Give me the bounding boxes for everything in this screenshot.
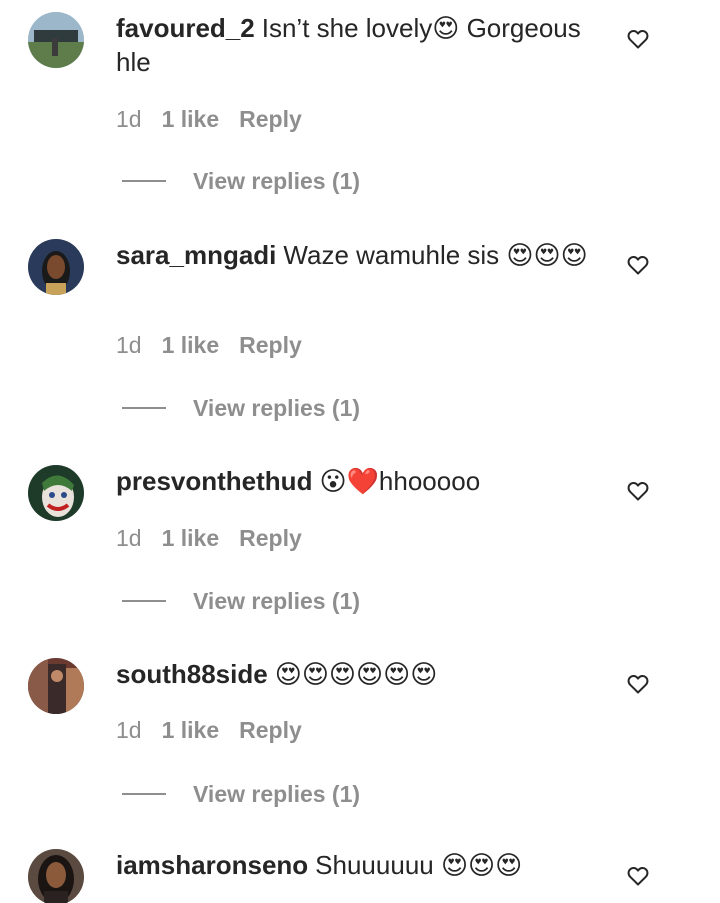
likes-count[interactable]: 1 like <box>162 525 220 551</box>
comment-username[interactable]: presvonthethud <box>116 466 312 496</box>
heart-outline-icon[interactable] <box>626 253 650 277</box>
comment-meta: 1d 1 like Reply <box>116 105 302 133</box>
reply-button[interactable]: Reply <box>239 525 302 551</box>
avatar[interactable] <box>28 658 84 714</box>
comment-username[interactable]: favoured_2 <box>116 13 255 43</box>
comment-text: favoured_2 Isn’t she lovely😍 Gorgeous hle <box>116 11 606 79</box>
comment-text: iamsharonseno Shuuuuuu 😍😍😍 <box>116 848 606 882</box>
heart-outline-icon[interactable] <box>626 479 650 503</box>
comment-text: presvonthethud 😮❤️hhooooo <box>116 464 606 498</box>
comment-username[interactable]: south88side <box>116 659 268 689</box>
comment-time: 1d <box>116 717 142 743</box>
reply-button[interactable]: Reply <box>239 332 302 358</box>
likes-count[interactable]: 1 like <box>162 106 220 132</box>
replies-divider <box>122 793 166 795</box>
comment-meta: 1d 1 like Reply <box>116 716 302 744</box>
comment-time: 1d <box>116 332 142 358</box>
comments-list: favoured_2 Isn’t she lovely😍 Gorgeous hle… <box>0 0 720 903</box>
replies-divider <box>122 407 166 409</box>
likes-count[interactable]: 1 like <box>162 717 220 743</box>
comment-username[interactable]: iamsharonseno <box>116 850 308 880</box>
avatar[interactable] <box>28 12 84 68</box>
reply-button[interactable]: Reply <box>239 717 302 743</box>
comment-username[interactable]: sara_mngadi <box>116 240 276 270</box>
avatar[interactable] <box>28 849 84 903</box>
comment-time: 1d <box>116 525 142 551</box>
comment-text: south88side 😍😍😍😍😍😍 <box>116 657 606 691</box>
view-replies-label: View replies (1) <box>193 588 361 614</box>
view-replies-label: View replies (1) <box>193 395 361 421</box>
heart-outline-icon[interactable] <box>626 864 650 888</box>
replies-divider <box>122 180 166 182</box>
comment-body: 😍😍😍😍😍😍 <box>274 659 438 689</box>
reply-button[interactable]: Reply <box>239 106 302 132</box>
view-replies-label: View replies (1) <box>193 781 361 807</box>
view-replies-label: View replies (1) <box>193 168 361 194</box>
avatar[interactable] <box>28 465 84 521</box>
heart-outline-icon[interactable] <box>626 672 650 696</box>
likes-count[interactable]: 1 like <box>162 332 220 358</box>
comment-body: 😮❤️hhooooo <box>319 466 481 496</box>
comment-text: sara_mngadi Waze wamuhle sis 😍😍😍 <box>116 238 606 272</box>
comment-time: 1d <box>116 106 142 132</box>
comment-body: Waze wamuhle sis 😍😍😍 <box>283 240 588 270</box>
comment-body: Shuuuuuu 😍😍😍 <box>315 850 523 880</box>
avatar[interactable] <box>28 239 84 295</box>
comment-meta: 1d 1 like Reply <box>116 524 302 552</box>
replies-divider <box>122 600 166 602</box>
heart-outline-icon[interactable] <box>626 27 650 51</box>
comment-meta: 1d 1 like Reply <box>116 331 302 359</box>
